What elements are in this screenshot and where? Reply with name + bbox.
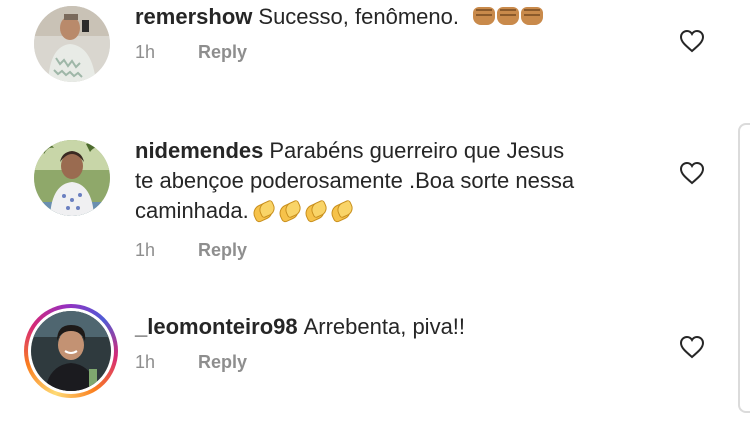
comment-timestamp: 1h xyxy=(135,240,156,260)
avatar[interactable] xyxy=(31,311,111,391)
heart-outline-icon[interactable] xyxy=(679,335,705,359)
comment-text-line: Parabéns guerreiro que Jesus xyxy=(269,138,565,163)
comment-text: Sucesso, fenômeno. xyxy=(258,4,459,29)
clapping-hands-emoji-icon xyxy=(303,200,327,220)
comment-text-line: caminhada. xyxy=(135,198,249,223)
reply-button[interactable]: Reply xyxy=(198,42,247,63)
heart-outline-icon[interactable] xyxy=(679,29,705,53)
comment-username[interactable]: _leomonteiro98 xyxy=(135,314,298,339)
heart-outline-icon[interactable] xyxy=(679,161,705,185)
comment-timestamp: 1h xyxy=(135,352,156,372)
reply-button[interactable]: Reply xyxy=(198,352,247,373)
comments-list: remershow Sucesso, fenômeno. 1h Reply ni… xyxy=(0,0,750,430)
avatar[interactable] xyxy=(34,140,110,216)
comment-text: Arrebenta, piva!! xyxy=(303,314,466,339)
reply-button[interactable]: Reply xyxy=(198,240,247,261)
clapping-hands-emoji-icon xyxy=(277,200,301,220)
fist-emoji-icon xyxy=(497,7,520,26)
comment-text-line: te abençoe poderosamente .Boa sorte ness… xyxy=(135,168,575,193)
fist-emoji-icon xyxy=(473,7,496,26)
fist-emoji-icon xyxy=(521,7,544,26)
clapping-hands-emoji-icon xyxy=(251,200,275,220)
comment-timestamp: 1h xyxy=(135,42,156,62)
comment-username[interactable]: remershow xyxy=(135,4,252,29)
avatar[interactable] xyxy=(34,6,110,82)
comment-username[interactable]: nidemendes xyxy=(135,138,263,163)
clapping-hands-emoji-icon xyxy=(329,200,353,220)
fist-bump-emoji xyxy=(471,4,544,29)
scrollbar[interactable] xyxy=(738,123,750,413)
